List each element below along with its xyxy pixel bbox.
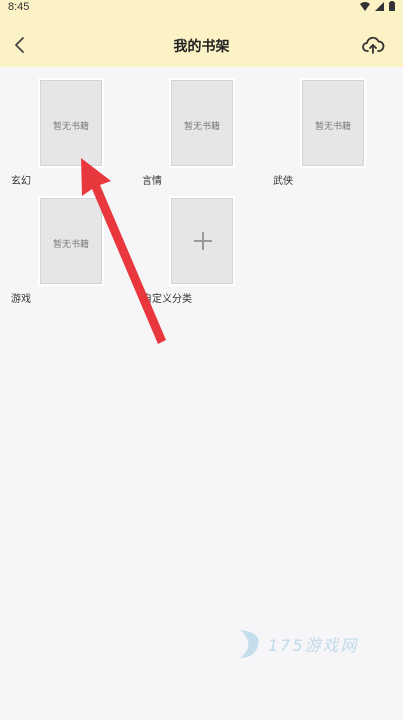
add-category-button[interactable] — [171, 198, 233, 284]
upload-button[interactable] — [361, 33, 385, 57]
book-cover-wuxia[interactable]: 暂无书籍 — [302, 80, 364, 166]
wifi-icon — [360, 1, 370, 11]
signal-icon — [375, 1, 384, 11]
category-label-youxi[interactable]: 游戏 — [11, 290, 31, 305]
empty-cover-text: 暂无书籍 — [52, 122, 89, 132]
status-icons — [360, 1, 395, 11]
category-label-wuxia[interactable]: 武侠 — [273, 172, 293, 187]
status-time: 8:45 — [8, 1, 30, 13]
watermark-text: 175游戏网 — [268, 636, 359, 655]
empty-cover-text: 暂无书籍 — [183, 122, 220, 132]
top-app-bar: 8:45 我的书架 — [0, 0, 403, 67]
book-cover-youxi[interactable]: 暂无书籍 — [40, 198, 102, 284]
book-cover-xuanhuan[interactable]: 暂无书籍 — [40, 80, 102, 166]
watermark: 175游戏网 — [236, 626, 366, 666]
category-label-custom[interactable]: 自定义分类 — [142, 290, 192, 305]
empty-cover-text: 暂无书籍 — [314, 122, 351, 132]
battery-icon — [389, 1, 395, 11]
watermark-logo-icon — [240, 630, 259, 658]
book-cover-yanqing[interactable]: 暂无书籍 — [171, 80, 233, 166]
page-title: 我的书架 — [173, 38, 230, 54]
cloud-upload-icon — [362, 36, 385, 54]
empty-cover-text: 暂无书籍 — [52, 240, 89, 250]
category-label-yanqing[interactable]: 言情 — [142, 172, 162, 187]
category-label-xuanhuan[interactable]: 玄幻 — [11, 172, 31, 187]
